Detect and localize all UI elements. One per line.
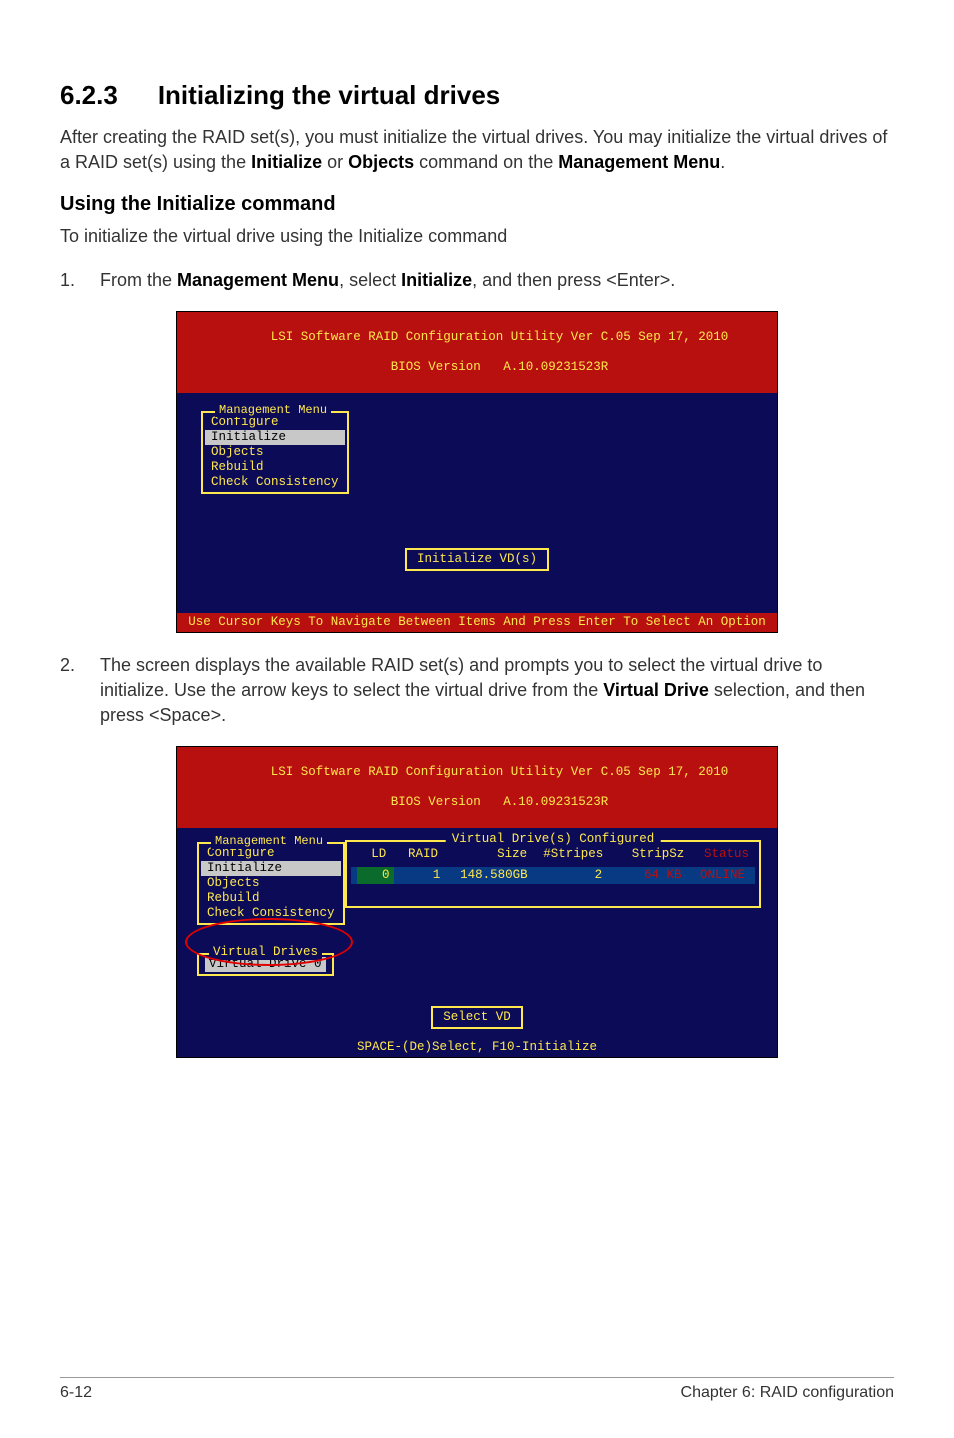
intro-bold-menu: Management Menu xyxy=(558,152,720,172)
bios-title-bar: LSI Software RAID Configuration Utility … xyxy=(177,312,777,393)
bios2-title-line2: BIOS Version A.10.09231523R xyxy=(391,795,609,809)
virtual-drives-sub-title: Virtual Drives xyxy=(209,945,322,960)
bios-title-line1: LSI Software RAID Configuration Utility … xyxy=(271,330,729,344)
page-chapter: Chapter 6: RAID configuration xyxy=(681,1384,894,1402)
lead-text: To initialize the virtual drive using th… xyxy=(60,224,894,249)
cell-stripes: 2 xyxy=(532,867,607,884)
cell-raid: 1 xyxy=(394,867,445,884)
step-2: 2. The screen displays the available RAI… xyxy=(60,653,894,729)
vd-table-title: Virtual Drive(s) Configured xyxy=(446,832,661,847)
bios2-title-bar: LSI Software RAID Configuration Utility … xyxy=(177,747,777,828)
management-menu-box-2: Management Menu Configure Initialize Obj… xyxy=(197,842,345,925)
initialize-vd-label-wrap: Initialize VD(s) xyxy=(191,548,763,571)
menu-item-rebuild: Rebuild xyxy=(205,460,345,475)
bios-footer-hint: Use Cursor Keys To Navigate Between Item… xyxy=(177,613,777,632)
management-menu-title-2: Management Menu xyxy=(211,834,327,848)
step1-marker: 1. xyxy=(60,268,100,293)
menu-item-objects: Objects xyxy=(205,445,345,460)
section-heading: 6.2.3 Initializing the virtual drives xyxy=(60,80,894,111)
virtual-drives-table: Virtual Drive(s) Configured LD RAID Size… xyxy=(345,840,761,908)
step2-marker: 2. xyxy=(60,653,100,729)
menu2-objects: Objects xyxy=(201,876,341,891)
select-vd-label-wrap: Select VD xyxy=(191,1006,763,1029)
virtual-drives-select-box: Virtual Drives Virtual Drive 0 xyxy=(197,953,334,976)
col-stripes: #Stripes xyxy=(531,846,607,863)
menu-item-check-consistency: Check Consistency xyxy=(205,475,345,490)
page-number: 6-12 xyxy=(60,1384,92,1402)
menu2-rebuild: Rebuild xyxy=(201,891,341,906)
management-menu-box: Management Menu Configure Initialize Obj… xyxy=(201,411,349,494)
page-footer: 6-12 Chapter 6: RAID configuration xyxy=(60,1377,894,1402)
step-1: 1. From the Management Menu, select Init… xyxy=(60,268,894,293)
cell-size: 148.580GB xyxy=(444,867,531,884)
initialize-vd-label: Initialize VD(s) xyxy=(405,548,549,571)
step1-text: From the Management Menu, select Initial… xyxy=(100,268,894,293)
section-title: Initializing the virtual drives xyxy=(158,80,500,110)
col-ld: LD xyxy=(353,846,390,863)
section-number: 6.2.3 xyxy=(60,80,118,111)
cell-ld: 0 xyxy=(357,867,394,884)
intro-text-after: command on the xyxy=(414,152,558,172)
menu-item-initialize: Initialize xyxy=(205,430,345,445)
intro-text-mid: or xyxy=(322,152,348,172)
cell-stripsz: 64 KB xyxy=(606,867,685,884)
bios2-title-line1: LSI Software RAID Configuration Utility … xyxy=(271,765,729,779)
subheading: Using the Initialize command xyxy=(60,193,894,216)
cell-status: ONLINE xyxy=(686,867,749,884)
step2-text: The screen displays the available RAID s… xyxy=(100,653,894,729)
bios-screenshot-2: LSI Software RAID Configuration Utility … xyxy=(176,746,778,1058)
intro-suffix: . xyxy=(720,152,725,172)
vd-table-row: 0 1 148.580GB 2 64 KB ONLINE xyxy=(351,867,755,884)
menu2-check-consistency: Check Consistency xyxy=(201,906,341,921)
col-status: Status xyxy=(688,846,753,863)
intro-paragraph: After creating the RAID set(s), you must… xyxy=(60,125,894,175)
col-raid: RAID xyxy=(390,846,442,863)
col-stripsz: StripSz xyxy=(607,846,688,863)
menu2-initialize: Initialize xyxy=(201,861,341,876)
vd-table-header-row: LD RAID Size #Stripes StripSz Status xyxy=(347,846,759,863)
management-menu-title: Management Menu xyxy=(215,403,331,417)
bios-screenshot-1: LSI Software RAID Configuration Utility … xyxy=(176,311,778,633)
col-size: Size xyxy=(442,846,531,863)
select-vd-label: Select VD xyxy=(431,1006,523,1029)
intro-bold-objects: Objects xyxy=(348,152,414,172)
bios2-footer-hint: SPACE-(De)Select, F10-Initialize xyxy=(177,1038,777,1057)
intro-bold-initialize: Initialize xyxy=(251,152,322,172)
bios-title-line2: BIOS Version A.10.09231523R xyxy=(391,360,609,374)
